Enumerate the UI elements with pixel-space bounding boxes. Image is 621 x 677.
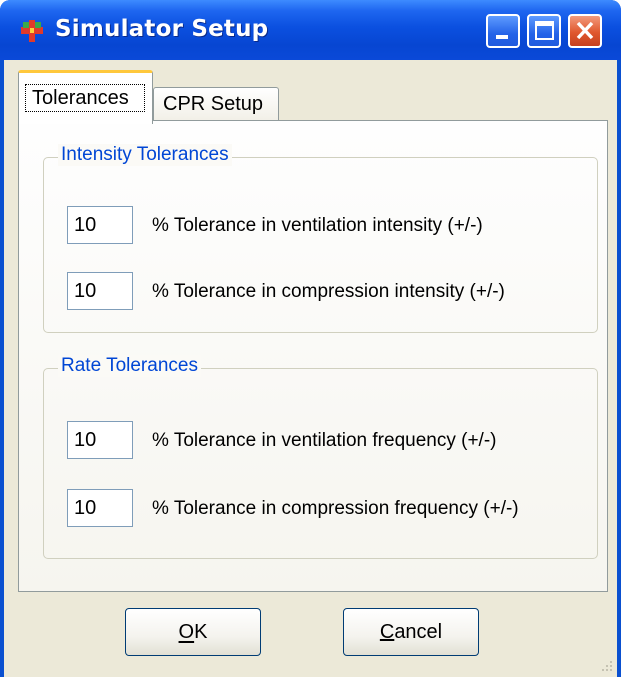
rate-tolerances-group: Rate Tolerances 10 % Tolerance in ventil…: [43, 355, 598, 559]
minimize-icon: [496, 35, 508, 39]
window-title: Simulator Setup: [55, 16, 269, 42]
tab-cpr-setup[interactable]: CPR Setup: [153, 87, 279, 122]
close-button[interactable]: [568, 14, 602, 48]
maximize-button[interactable]: [527, 14, 561, 48]
intensity-tolerances-group: Intensity Tolerances 10 % Tolerance in v…: [43, 144, 598, 333]
tab-tolerances[interactable]: Tolerances: [18, 70, 153, 124]
close-icon: [576, 21, 594, 40]
rate-group-legend: Rate Tolerances: [58, 355, 201, 377]
compression-frequency-input[interactable]: 10: [67, 489, 133, 527]
ventilation-intensity-input[interactable]: 10: [67, 206, 133, 244]
tab-panel-tolerances: Intensity Tolerances 10 % Tolerance in v…: [18, 120, 608, 592]
cancel-button[interactable]: Cancel: [343, 608, 479, 656]
compression-frequency-label: % Tolerance in compression frequency (+/…: [152, 498, 519, 519]
maximize-icon: [535, 21, 554, 40]
minimize-button[interactable]: [486, 14, 520, 48]
resize-grip-icon[interactable]: [600, 659, 614, 673]
intensity-group-legend: Intensity Tolerances: [58, 144, 232, 166]
ventilation-frequency-label: % Tolerance in ventilation frequency (+/…: [152, 430, 497, 451]
ventilation-frequency-input[interactable]: 10: [67, 421, 133, 459]
tab-tolerances-label: Tolerances: [25, 84, 145, 112]
cancel-button-label: Cancel: [379, 621, 443, 643]
simulator-setup-window: Simulator Setup Tolerances CPR Setup Int…: [0, 0, 621, 677]
ok-button[interactable]: OK: [125, 608, 261, 656]
title-bar[interactable]: Simulator Setup: [0, 0, 621, 60]
dialog-client-area: Tolerances CPR Setup Intensity Tolerance…: [4, 60, 617, 677]
ventilation-intensity-label: % Tolerance in ventilation intensity (+/…: [152, 215, 483, 236]
plus-cross-icon: [21, 20, 43, 42]
compression-intensity-label: % Tolerance in compression intensity (+/…: [152, 281, 505, 302]
compression-intensity-input[interactable]: 10: [67, 272, 133, 310]
ok-button-label: OK: [178, 621, 208, 643]
